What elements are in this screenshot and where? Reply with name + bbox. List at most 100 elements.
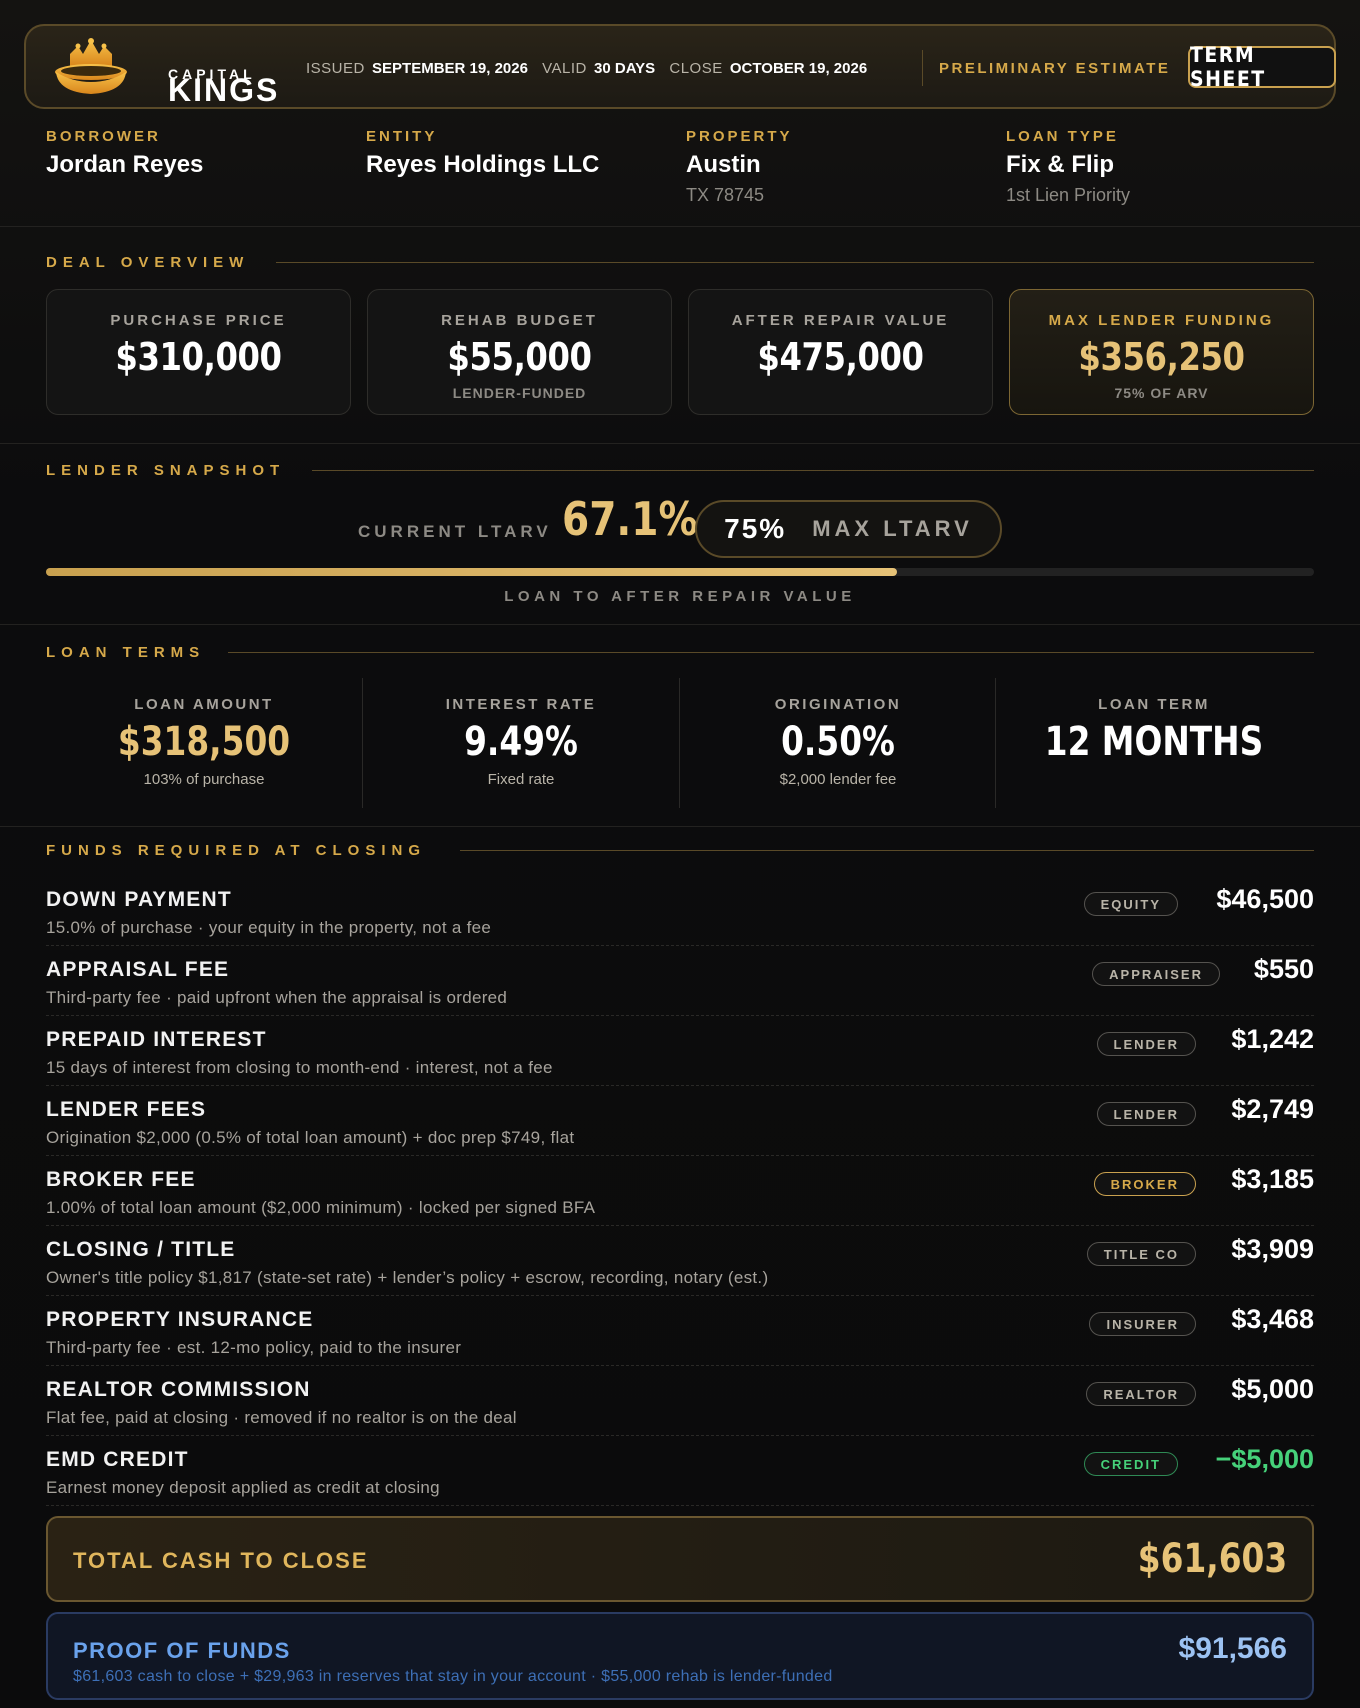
header-divider (922, 50, 923, 86)
current-ltarv-value: 67.1% (562, 492, 698, 546)
fund-badge: APPRAISER (1092, 962, 1220, 986)
total-cash-to-close: TOTAL CASH TO CLOSE $61,603 (46, 1516, 1314, 1602)
fund-name: LENDER FEES (46, 1098, 207, 1121)
divider (0, 826, 1360, 827)
ltarv-progress-fill (46, 568, 897, 576)
valid-label: VALID (542, 60, 587, 77)
fund-row-down-payment: DOWN PAYMENT 15.0% of purchase · your eq… (46, 876, 1314, 946)
term-value: 0.50% (781, 719, 895, 765)
issued-date: SEPTEMBER 19, 2026 (372, 60, 528, 77)
term-value: $318,500 (117, 719, 291, 765)
property-city: Austin (686, 151, 761, 178)
fund-name: BROKER FEE (46, 1168, 196, 1191)
fund-row-prepaid-interest: PREPAID INTEREST 15 days of interest fro… (46, 1016, 1314, 1086)
fund-badge: TITLE CO (1086, 1242, 1196, 1266)
ltarv-progress-bar (46, 568, 1314, 576)
fund-desc: 15 days of interest from closing to mont… (46, 1058, 553, 1077)
fund-name: EMD CREDIT (46, 1448, 189, 1471)
entity-name: Reyes Holdings LLC (366, 151, 600, 178)
total-value: $61,603 (1137, 1536, 1287, 1582)
fund-desc: Third-party fee · est. 12-mo policy, pai… (46, 1338, 462, 1357)
term-label: INTEREST RATE (445, 696, 597, 713)
lien-priority: 1st Lien Priority (1006, 185, 1131, 205)
fund-desc: Owner's title policy $1,817 (state-set r… (46, 1268, 769, 1287)
card-sub: 75% OF ARV (1114, 385, 1209, 401)
fund-desc: Earnest money deposit applied as credit … (46, 1478, 440, 1497)
fund-desc: Third-party fee · paid upfront when the … (46, 988, 508, 1007)
fund-desc: 15.0% of purchase · your equity in the p… (46, 918, 492, 937)
logo-kings-text: KINGS (168, 72, 280, 108)
close-label: CLOSE (669, 60, 723, 77)
fund-amount: $3,185 (1231, 1164, 1314, 1194)
term-sub: Fixed rate (487, 771, 555, 788)
proof-desc: $61,603 cash to close + $29,963 in reser… (73, 1668, 833, 1685)
card-value: $55,000 (447, 335, 592, 379)
fund-amount: $46,500 (1216, 884, 1314, 914)
card-label: AFTER REPAIR VALUE (731, 312, 950, 329)
property-label: PROPERTY (686, 128, 793, 145)
fund-row-closing-title: CLOSING / TITLE Owner's title policy $1,… (46, 1226, 1314, 1296)
card-value: $310,000 (115, 335, 282, 379)
card-sub: LENDER-FUNDED (452, 385, 587, 401)
fund-row-emd-credit: EMD CREDIT Earnest money deposit applied… (46, 1436, 1314, 1506)
fund-badge: LENDER (1096, 1032, 1196, 1056)
preliminary-estimate-label: PRELIMINARY ESTIMATE (939, 60, 1171, 77)
header-meta: ISSUED SEPTEMBER 19, 2026 VALID 30 DAYS … (306, 60, 877, 77)
rehab-budget-card: REHAB BUDGET $55,000 LENDER-FUNDED (367, 289, 672, 415)
card-value: $475,000 (757, 335, 924, 379)
valid-days: 30 DAYS (594, 60, 656, 77)
card-label: REHAB BUDGET (441, 312, 598, 329)
loan-amount-term: LOAN AMOUNT $318,500 103% of purchase (46, 676, 362, 806)
entity-block: ENTITY Reyes Holdings LLC (366, 128, 599, 179)
close-date: OCTOBER 19, 2026 (729, 60, 868, 77)
term-label: ORIGINATION (774, 696, 902, 713)
fund-row-broker-fee: BROKER FEE 1.00% of total loan amount ($… (46, 1156, 1314, 1226)
issued-label: ISSUED (306, 60, 365, 77)
fund-desc: 1.00% of total loan amount ($2,000 minim… (46, 1198, 596, 1217)
fund-badge: EQUITY (1083, 892, 1178, 916)
interest-rate-term: INTEREST RATE 9.49% Fixed rate (363, 676, 679, 806)
crown-icon (55, 38, 127, 94)
max-ltarv-value: 75% (724, 513, 787, 544)
fund-row-realtor-commission: REALTOR COMMISSION Flat fee, paid at clo… (46, 1366, 1314, 1436)
max-ltarv-pill: 75% MAX LTARV (695, 500, 1002, 558)
term-sub: 103% of purchase (143, 771, 265, 788)
divider (0, 624, 1360, 625)
fund-badge: INSURER (1089, 1312, 1196, 1336)
current-ltarv-label: CURRENT LTARV (358, 522, 552, 541)
fund-amount: $2,749 (1231, 1094, 1314, 1124)
fund-row-property-insurance: PROPERTY INSURANCE Third-party fee · est… (46, 1296, 1314, 1366)
fund-name: DOWN PAYMENT (46, 888, 232, 911)
fund-name: REALTOR COMMISSION (46, 1378, 311, 1401)
fund-badge: CREDIT (1083, 1452, 1178, 1476)
fund-name: PROPERTY INSURANCE (46, 1308, 314, 1331)
entity-label: ENTITY (366, 128, 438, 145)
borrower-label: BORROWER (46, 128, 161, 145)
proof-value: $91,566 (1178, 1632, 1287, 1665)
after-repair-value-card: AFTER REPAIR VALUE $475,000 (688, 289, 993, 415)
fund-name: APPRAISAL FEE (46, 958, 230, 981)
term-value: 9.49% (464, 719, 578, 765)
fund-badge: LENDER (1096, 1102, 1196, 1126)
loan-term-term: LOAN TERM 12 MONTHS (996, 676, 1312, 806)
term-value: 12 MONTHS (1044, 719, 1264, 765)
term-sheet-button[interactable]: TERM SHEET (1188, 43, 1336, 91)
fund-amount: $550 (1253, 954, 1314, 984)
card-value: $356,250 (1078, 335, 1245, 379)
borrower-name: Jordan Reyes (46, 151, 204, 178)
fund-row-appraisal-fee: APPRAISAL FEE Third-party fee · paid upf… (46, 946, 1314, 1016)
fund-name: CLOSING / TITLE (46, 1238, 236, 1261)
header-bar: CAPITAL KINGS ISSUED SEPTEMBER 19, 2026 … (24, 24, 1336, 109)
funds-required-title: FUNDS REQUIRED AT CLOSING (46, 842, 427, 859)
deal-overview-title: DEAL OVERVIEW (46, 254, 250, 271)
loan-type-label: LOAN TYPE (1006, 128, 1119, 145)
fund-amount: $1,242 (1231, 1024, 1314, 1054)
origination-term: ORIGINATION 0.50% $2,000 lender fee (680, 676, 996, 806)
fund-badge: BROKER (1093, 1172, 1196, 1196)
section-rule (228, 652, 1314, 653)
capital-kings-logo: CAPITAL KINGS (50, 36, 280, 106)
fund-badge: REALTOR (1086, 1382, 1196, 1406)
term-label: LOAN AMOUNT (134, 696, 274, 713)
fund-amount: $3,909 (1231, 1234, 1314, 1264)
fund-amount: −$5,000 (1215, 1444, 1314, 1474)
